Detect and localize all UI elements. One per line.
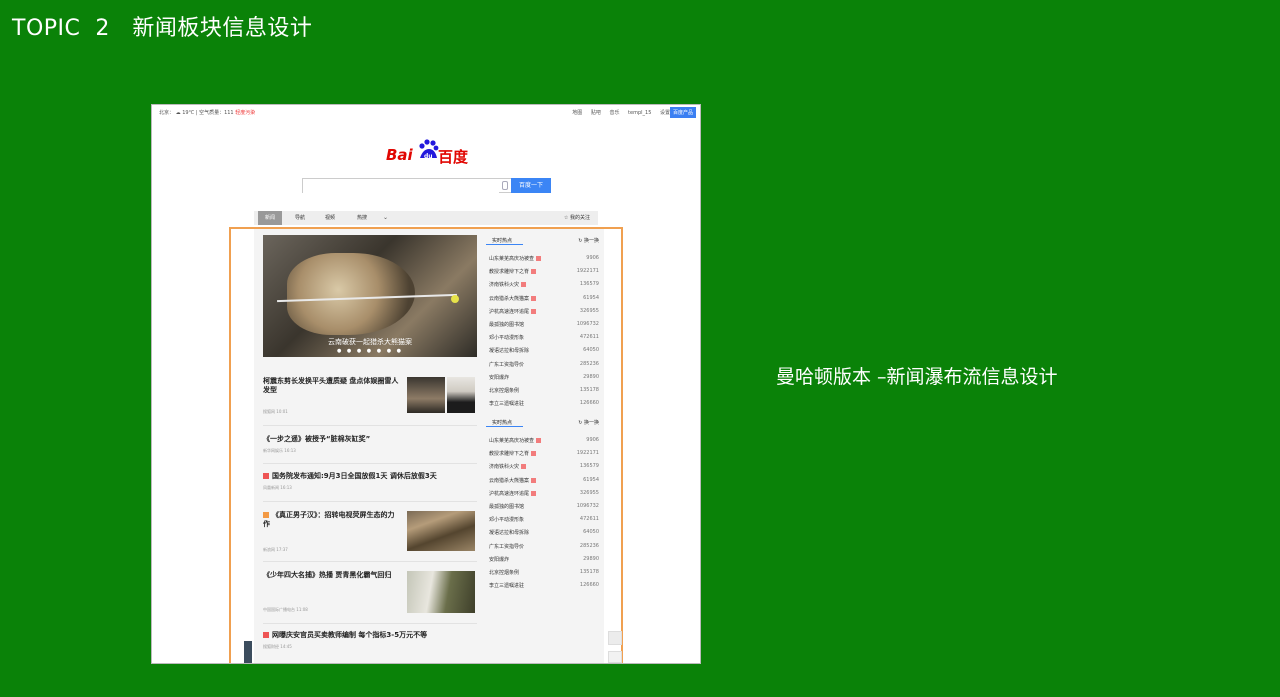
search-input[interactable] xyxy=(303,187,499,199)
top-bar: 北京： ☁ 19℃ | 空气质量：111 轻度污染 地图 贴吧 音乐 templ… xyxy=(152,105,700,119)
chevron-down-icon[interactable]: ⌄ xyxy=(383,214,388,221)
microphone-icon[interactable] xyxy=(502,181,508,190)
logo-text-bai: Bai xyxy=(386,146,413,164)
search-button[interactable]: 百度一下 xyxy=(511,178,551,193)
weather-city: 北京： xyxy=(159,110,175,116)
tab-nav[interactable]: 导航 xyxy=(288,211,312,225)
search-box xyxy=(302,178,512,199)
slide-caption: 曼哈顿版本 –新闻瀑布流信息设计 xyxy=(776,366,1058,388)
logo-text-cn: 百度 xyxy=(438,148,469,166)
baidu-screenshot: 北京： ☁ 19℃ | 空气质量：111 轻度污染 地图 贴吧 音乐 templ… xyxy=(151,104,701,664)
my-favorites[interactable]: ☆ 我的关注 xyxy=(564,211,590,225)
paw-icon: du xyxy=(419,139,439,160)
more-products-button[interactable]: 百度产品 xyxy=(669,107,696,118)
weather-temp: 19℃ xyxy=(182,110,195,116)
link-settings[interactable]: 设置 xyxy=(660,110,670,116)
tab-video[interactable]: 视频 xyxy=(318,211,342,225)
back-to-top-button[interactable] xyxy=(608,631,622,645)
link-user[interactable]: templ_15 xyxy=(628,110,651,116)
slide-title: TOPIC 2 新闻板块信息设计 xyxy=(12,16,313,41)
weather-info: 北京： ☁ 19℃ | 空气质量：111 轻度污染 xyxy=(159,110,256,116)
tab-bar: 新闻 导航 视频 热搜 ⌄ ☆ 我的关注 xyxy=(254,211,598,225)
link-tieba[interactable]: 贴吧 xyxy=(591,110,601,116)
tab-news[interactable]: 新闻 xyxy=(258,211,282,225)
svg-text:du: du xyxy=(424,153,433,160)
link-map[interactable]: 地图 xyxy=(572,110,582,116)
baidu-logo[interactable]: Bai du 百度 xyxy=(386,138,476,166)
air-quality: 空气质量：111 xyxy=(199,110,234,116)
tab-hot-search[interactable]: 热搜 xyxy=(350,211,374,225)
scroll-tool-button[interactable] xyxy=(608,651,622,663)
feedback-tool[interactable] xyxy=(244,641,252,663)
link-music[interactable]: 音乐 xyxy=(609,110,619,116)
highlight-frame xyxy=(229,227,623,663)
cloud-icon: ☁ xyxy=(175,110,181,116)
top-links: 地图 贴吧 音乐 templ_15 设置 xyxy=(565,109,670,116)
pollution-warning[interactable]: 轻度污染 xyxy=(235,110,255,116)
star-icon: ☆ xyxy=(563,215,569,221)
my-favorites-label: 我的关注 xyxy=(569,215,590,221)
